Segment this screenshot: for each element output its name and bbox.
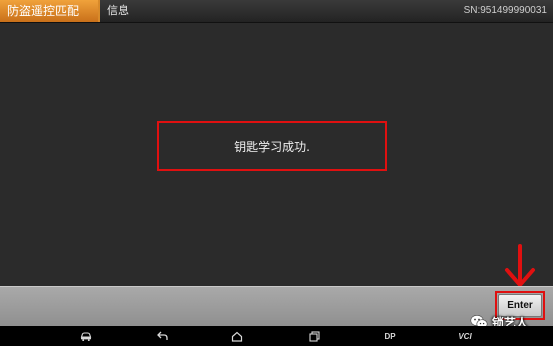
serial-number: SN:951499990031 bbox=[463, 5, 547, 16]
message-highlight-box: 钥匙学习成功. bbox=[157, 121, 387, 171]
tab-divider bbox=[98, 0, 100, 22]
down-arrow-annotation bbox=[505, 244, 535, 287]
dp-button[interactable]: DP bbox=[378, 326, 402, 346]
vehicle-icon[interactable] bbox=[75, 326, 97, 346]
app-title-tab[interactable]: 防盗遥控匹配 bbox=[0, 0, 98, 22]
vci-button[interactable]: VCI bbox=[453, 326, 477, 346]
back-icon[interactable] bbox=[151, 326, 173, 346]
info-label: 信息 bbox=[107, 4, 129, 17]
vci-label: VCI bbox=[458, 331, 472, 341]
home-icon[interactable] bbox=[226, 326, 248, 346]
recent-apps-icon[interactable] bbox=[303, 326, 325, 346]
top-bar: 防盗遥控匹配 信息 SN:951499990031 bbox=[0, 0, 553, 23]
status-message: 钥匙学习成功. bbox=[234, 139, 310, 154]
system-nav-bar: DP VCI bbox=[0, 326, 553, 346]
main-content: 钥匙学习成功. bbox=[0, 23, 553, 286]
dp-label: DP bbox=[384, 331, 396, 341]
